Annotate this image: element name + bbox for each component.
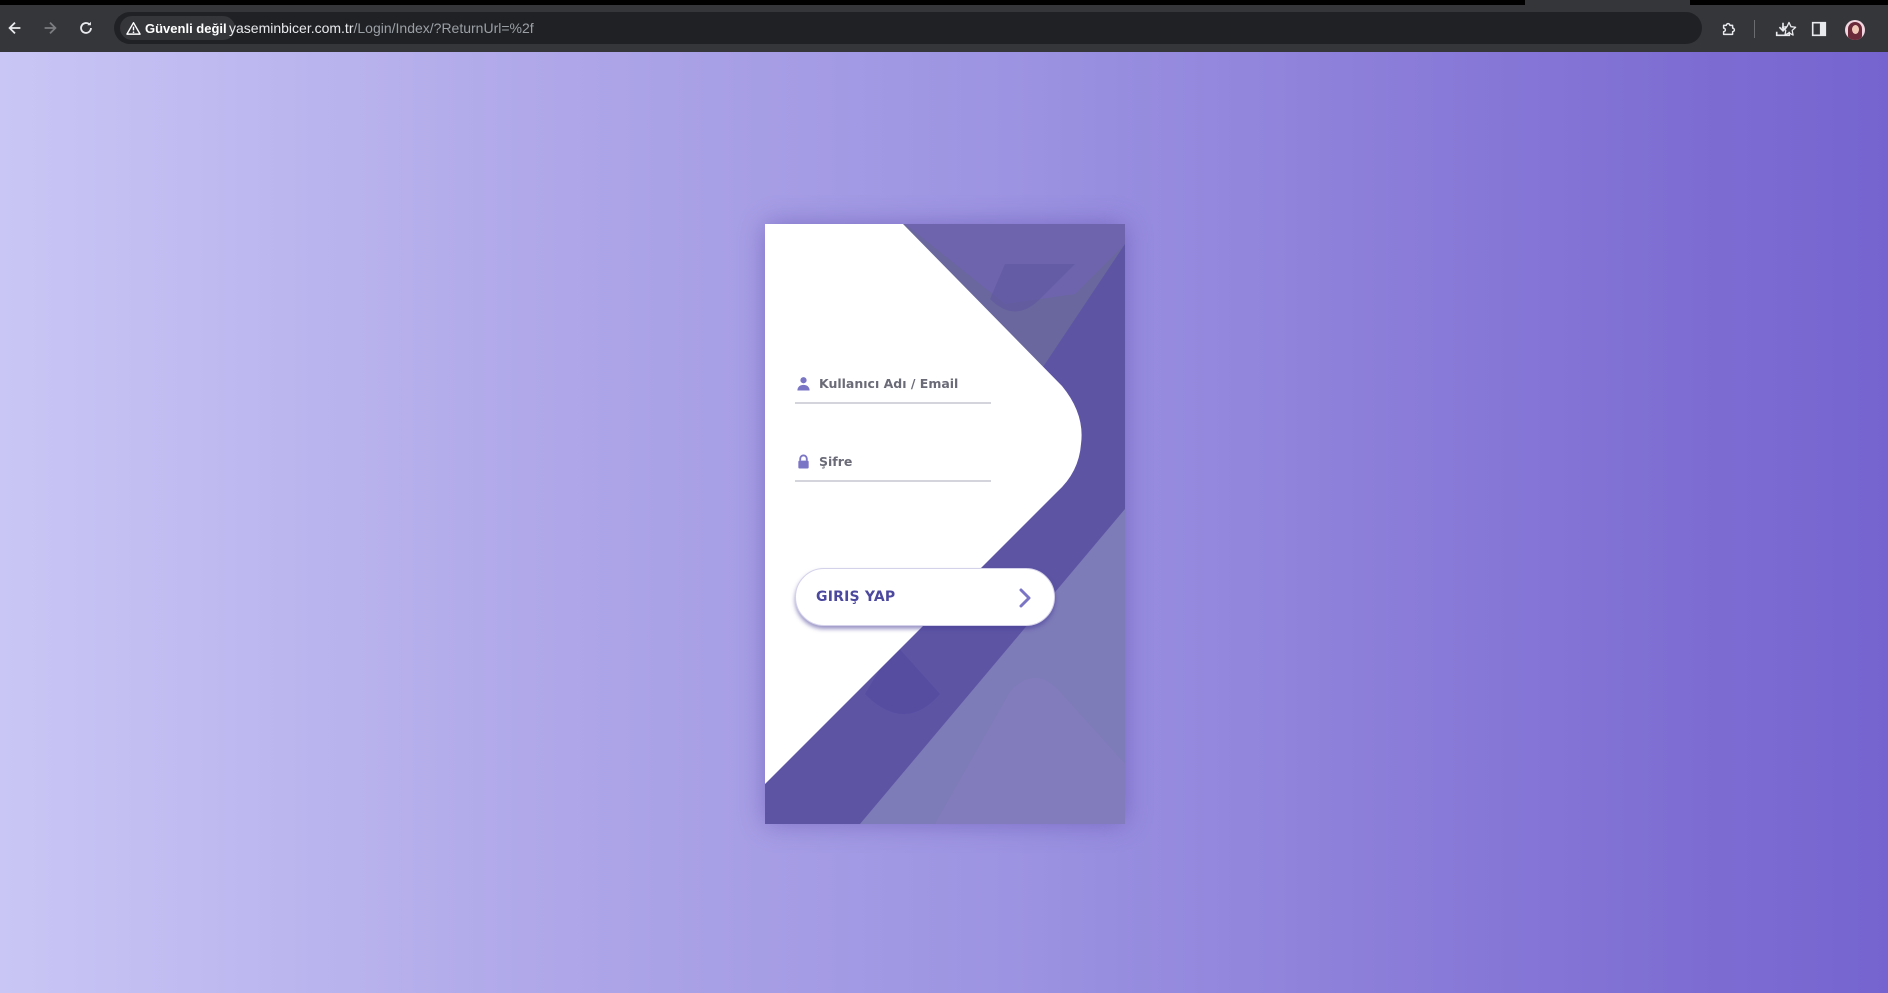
username-field <box>795 364 991 404</box>
url-domain: yaseminbicer.com.tr <box>229 20 354 36</box>
back-button[interactable] <box>2 15 28 41</box>
security-label: Güvenli değil <box>145 20 227 36</box>
toolbar-separator <box>1754 20 1755 38</box>
password-field <box>795 442 991 482</box>
extensions-button[interactable] <box>1719 19 1739 39</box>
warning-triangle-icon <box>126 21 141 35</box>
security-indicator[interactable]: Güvenli değil <box>120 16 235 40</box>
user-icon <box>795 375 811 391</box>
chevron-right-icon <box>1019 588 1031 608</box>
card-background-shapes <box>765 224 1125 824</box>
download-button[interactable] <box>1773 19 1793 39</box>
browser-toolbar: Güvenli değil yaseminbicer.com.tr/Login/… <box>0 5 1888 52</box>
login-page: GIRIŞ YAP <box>0 52 1888 993</box>
forward-button[interactable] <box>37 15 63 41</box>
login-button-label: GIRIŞ YAP <box>816 589 896 605</box>
profile-avatar[interactable] <box>1845 20 1865 40</box>
url-text[interactable]: yaseminbicer.com.tr/Login/Index/?ReturnU… <box>229 20 534 36</box>
login-button[interactable]: GIRIŞ YAP <box>795 568 1055 626</box>
download-icon <box>1775 22 1791 37</box>
url-path: /Login/Index/?ReturnUrl=%2f <box>353 20 534 36</box>
login-card: GIRIŞ YAP <box>765 224 1125 824</box>
password-input[interactable] <box>819 453 979 469</box>
username-input[interactable] <box>819 375 979 391</box>
reload-button[interactable] <box>73 15 99 41</box>
forward-arrow-icon <box>44 21 57 35</box>
lock-icon <box>795 453 811 469</box>
side-panel-button[interactable] <box>1809 19 1829 39</box>
address-bar[interactable]: Güvenli değil yaseminbicer.com.tr/Login/… <box>114 12 1797 44</box>
back-arrow-icon <box>8 21 21 35</box>
side-panel-icon <box>1811 21 1827 37</box>
extensions-puzzle-icon <box>1722 22 1736 36</box>
reload-icon <box>80 21 92 34</box>
